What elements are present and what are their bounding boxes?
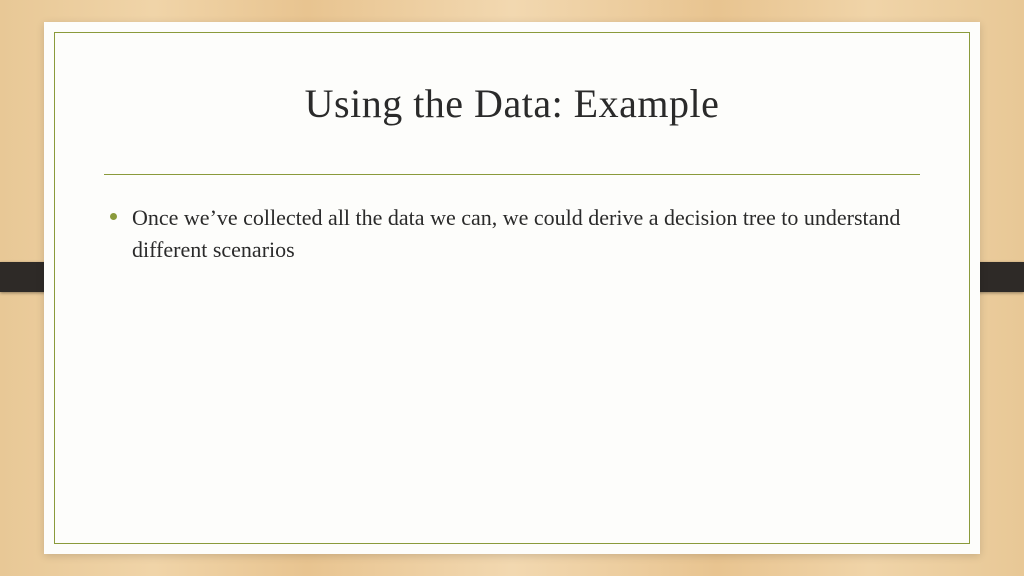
slide-body: Once we’ve collected all the data we can… — [132, 202, 910, 266]
slide-card: Using the Data: Example Once we’ve colle… — [44, 22, 980, 554]
bullet-text: Once we’ve collected all the data we can… — [132, 205, 900, 262]
slide-title: Using the Data: Example — [44, 80, 980, 127]
title-divider — [104, 174, 920, 175]
bullet-icon — [110, 213, 117, 220]
list-item: Once we’ve collected all the data we can… — [132, 202, 910, 266]
